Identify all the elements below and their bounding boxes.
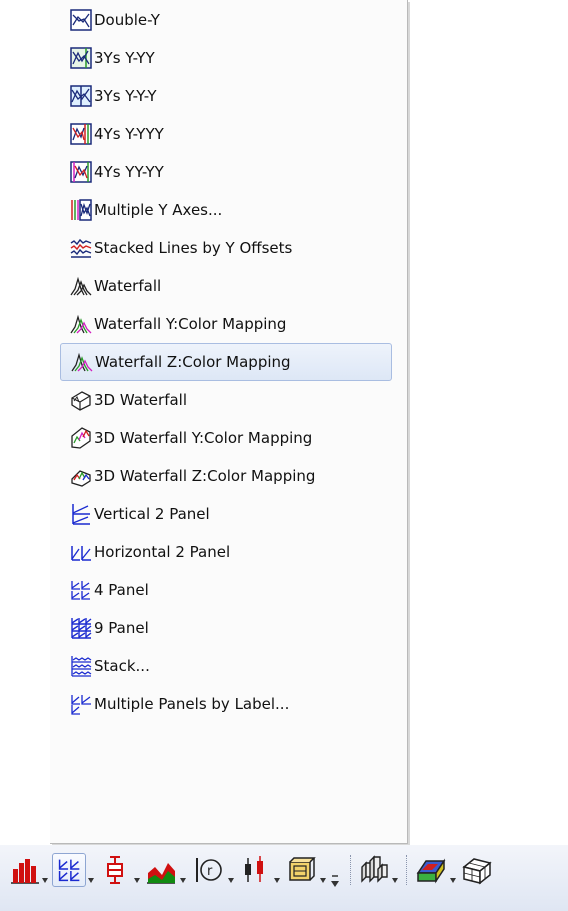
3d-wireframe-icon[interactable] xyxy=(460,853,494,887)
menu-item-label: Multiple Panels by Label... xyxy=(94,695,290,713)
menu-item-label: 3D Waterfall Z:Color Mapping xyxy=(94,467,316,485)
menu-item-9-panel[interactable]: 9 Panel xyxy=(60,609,392,647)
3d-bar-chart-icon[interactable] xyxy=(356,853,390,887)
menu-item-waterfall[interactable]: Waterfall xyxy=(60,267,392,305)
3d-waterfall-icon xyxy=(71,391,91,411)
dropdown-arrow-icon[interactable] xyxy=(88,878,94,884)
menu-item-label: 3D Waterfall xyxy=(94,391,188,409)
dropdown-arrow-icon[interactable] xyxy=(42,878,48,884)
column-chart-icon[interactable] xyxy=(8,853,42,887)
menu-item-multiple-panels-by-label[interactable]: Multiple Panels by Label... xyxy=(60,685,392,723)
menu-item-multiple-y-axes[interactable]: Multiple Y Axes... xyxy=(60,191,392,229)
four-ys-y-yyy-graph-icon xyxy=(70,123,92,145)
svg-text:r: r xyxy=(207,864,213,879)
menu-item-label: 3Ys Y-YY xyxy=(94,49,155,67)
3d-waterfall-y-color-icon xyxy=(71,427,91,449)
dropdown-arrow-icon[interactable] xyxy=(274,878,280,884)
horizontal-2-panel-icon xyxy=(71,546,91,561)
double-y-graph-icon xyxy=(70,9,92,31)
menu-item-stack[interactable]: Stack... xyxy=(60,647,392,685)
area-chart-icon[interactable] xyxy=(144,853,178,887)
box-chart-icon[interactable] xyxy=(98,853,132,887)
stacked-lines-graph-icon xyxy=(70,238,92,258)
menu-item-stacked-lines[interactable]: Stacked Lines by Y Offsets xyxy=(60,229,392,267)
menu-item-label: Vertical 2 Panel xyxy=(94,505,210,523)
menu-item-vertical-2-panel[interactable]: Vertical 2 Panel xyxy=(60,495,392,533)
waterfall-graph-icon xyxy=(70,276,92,296)
menu-item-4ys-yy-yy[interactable]: 4Ys YY-YY xyxy=(60,153,392,191)
multi-panel-icon[interactable] xyxy=(52,853,86,887)
vertical-2-panel-icon xyxy=(72,504,90,525)
menu-item-4ys-y-yyy[interactable]: 4Ys Y-YYY xyxy=(60,115,392,153)
multiple-y-axes-graph-icon xyxy=(71,199,92,221)
menu-item-label: Waterfall xyxy=(94,277,162,295)
9-panel-icon xyxy=(71,618,92,639)
polar-chart-icon[interactable]: r xyxy=(192,853,226,887)
toolbar-separator xyxy=(406,855,409,885)
menu-item-horizontal-2-panel[interactable]: Horizontal 2 Panel xyxy=(60,533,392,571)
dropdown-arrow-icon[interactable] xyxy=(228,878,234,884)
menu-item-label: Horizontal 2 Panel xyxy=(94,543,231,561)
stock-chart-icon[interactable] xyxy=(238,853,272,887)
stack-panel-icon xyxy=(71,656,92,677)
four-ys-yy-yy-graph-icon xyxy=(70,161,92,183)
dropdown-arrow-icon[interactable] xyxy=(134,878,140,884)
menu-item-double-y[interactable]: Double-Y xyxy=(60,1,392,39)
menu-item-label: 4 Panel xyxy=(94,581,149,599)
three-ys-y-y-y-graph-icon xyxy=(70,85,92,107)
menu-item-label: Stack... xyxy=(94,657,150,675)
3d-waterfall-z-color-icon xyxy=(71,470,91,487)
graph-type-dropdown-menu: Double-Y 3Ys Y-YY 3Ys Y-Y-Y 4Ys Y-YYY 4Y… xyxy=(50,0,408,844)
menu-item-label: Waterfall Z:Color Mapping xyxy=(95,353,291,371)
toolbar-separator xyxy=(350,855,353,885)
menu-item-3d-waterfall[interactable]: 3D Waterfall xyxy=(60,381,392,419)
menu-item-label: Double-Y xyxy=(94,11,160,29)
menu-item-label: 3Ys Y-Y-Y xyxy=(94,87,157,105)
3d-surface-icon[interactable] xyxy=(414,853,448,887)
menu-item-label: 9 Panel xyxy=(94,619,149,637)
dropdown-arrow-icon[interactable] xyxy=(450,878,456,884)
menu-item-3ys-y-y-y[interactable]: 3Ys Y-Y-Y xyxy=(60,77,392,115)
menu-item-4-panel[interactable]: 4 Panel xyxy=(60,571,392,609)
menu-item-3d-waterfall-y-color[interactable]: 3D Waterfall Y:Color Mapping xyxy=(60,419,392,457)
4-panel-icon xyxy=(71,581,90,600)
dropdown-arrow-icon[interactable] xyxy=(180,878,186,884)
dropdown-arrow-icon[interactable] xyxy=(392,878,398,884)
multiple-panels-by-label-icon xyxy=(71,695,91,715)
menu-item-label: 4Ys YY-YY xyxy=(94,163,164,181)
three-ys-y-yy-graph-icon xyxy=(70,47,92,69)
waterfall-y-color-icon xyxy=(70,314,92,334)
contour-template-icon[interactable] xyxy=(284,853,318,887)
graph-toolbar: r xyxy=(0,845,568,911)
menu-item-waterfall-y-color[interactable]: Waterfall Y:Color Mapping xyxy=(60,305,392,343)
menu-item-3ys-y-yy[interactable]: 3Ys Y-YY xyxy=(60,39,392,77)
menu-item-label: 3D Waterfall Y:Color Mapping xyxy=(94,429,313,447)
waterfall-z-color-icon xyxy=(71,352,93,372)
menu-item-label: Multiple Y Axes... xyxy=(94,201,223,219)
menu-item-label: Stacked Lines by Y Offsets xyxy=(94,239,293,257)
menu-item-waterfall-z-color[interactable]: Waterfall Z:Color Mapping xyxy=(60,343,392,381)
dropdown-arrow-icon[interactable] xyxy=(320,878,326,884)
toolbar-overflow-chevron-icon[interactable] xyxy=(330,873,340,891)
menu-item-3d-waterfall-z-color[interactable]: 3D Waterfall Z:Color Mapping xyxy=(60,457,392,495)
menu-item-label: 4Ys Y-YYY xyxy=(94,125,164,143)
menu-item-label: Waterfall Y:Color Mapping xyxy=(94,315,287,333)
